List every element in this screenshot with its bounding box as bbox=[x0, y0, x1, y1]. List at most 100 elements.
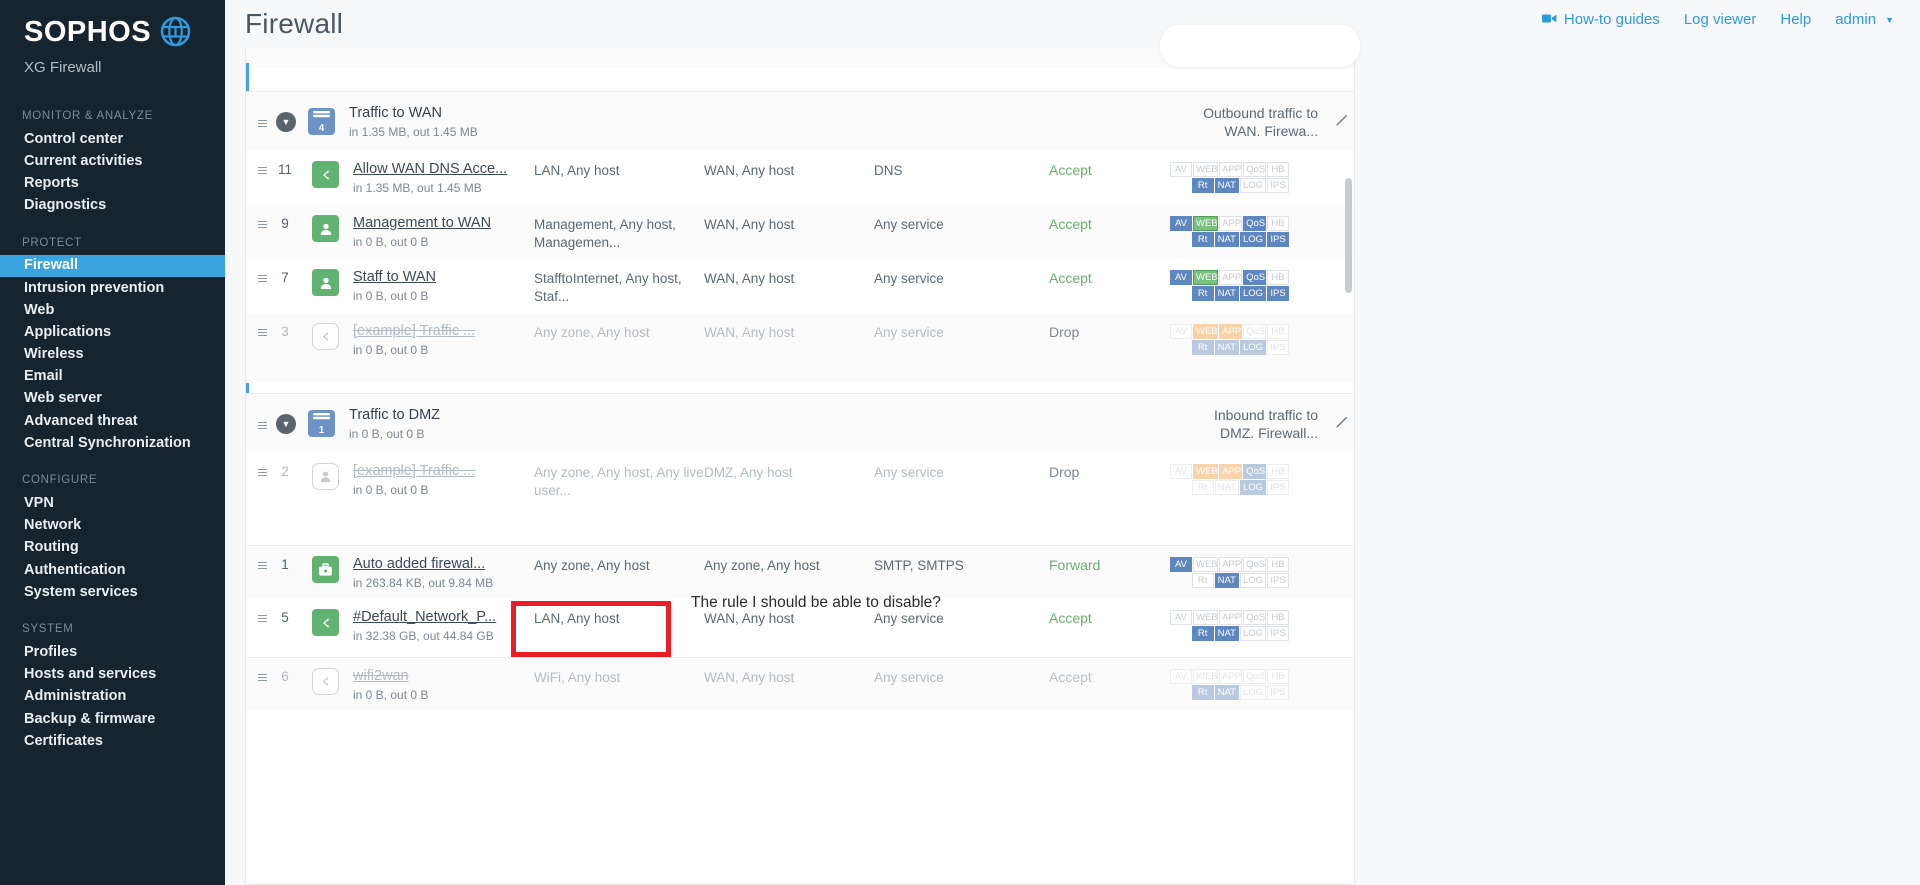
rule-name-link[interactable]: #Default_Network_P... bbox=[353, 609, 534, 625]
table-row[interactable]: 11 Allow WAN DNS Acce... in 1.35 MB, out… bbox=[246, 151, 1354, 205]
sidebar-item-system-services[interactable]: System services bbox=[0, 581, 225, 603]
rule-name-link[interactable]: Management to WAN bbox=[353, 215, 534, 231]
badge-hb: HB bbox=[1267, 216, 1289, 231]
sidebar-item-control-center[interactable]: Control center bbox=[0, 128, 225, 150]
row-actions-menu-icon[interactable]: ••• bbox=[1354, 607, 1355, 629]
sidebar-item-profiles[interactable]: Profiles bbox=[0, 641, 225, 663]
badge-nat: NAT bbox=[1215, 232, 1239, 247]
sidebar-item-current-activities[interactable]: Current activities bbox=[0, 150, 225, 172]
sidebar-item-web[interactable]: Web bbox=[0, 299, 225, 321]
rule-name-link[interactable]: Allow WAN DNS Acce... bbox=[353, 161, 534, 177]
log-viewer-link[interactable]: Log viewer bbox=[1684, 11, 1757, 28]
drag-handle-icon[interactable] bbox=[254, 556, 270, 571]
how-to-guides-label: How-to guides bbox=[1564, 11, 1660, 28]
rule-source: LAN, Any host bbox=[534, 609, 704, 628]
nav-group-monitor: MONITOR & ANALYZE Control center Current… bbox=[0, 110, 225, 217]
edit-pencil-icon[interactable] bbox=[1330, 415, 1354, 433]
rule-feature-badges: AV WEB APP QoS HB Rt NAT LOG IPS bbox=[1169, 269, 1289, 301]
sidebar-item-network[interactable]: Network bbox=[0, 515, 225, 537]
row-actions-menu-icon[interactable]: ••• bbox=[1354, 267, 1355, 289]
drag-handle-icon[interactable] bbox=[254, 114, 270, 129]
rule-destination: WAN, Any host bbox=[704, 269, 874, 288]
sidebar-item-vpn[interactable]: VPN bbox=[0, 492, 225, 514]
badge-ips: IPS bbox=[1267, 626, 1289, 641]
drag-handle-icon[interactable] bbox=[254, 269, 270, 284]
sidebar-item-email[interactable]: Email bbox=[0, 366, 225, 388]
row-actions-menu-icon[interactable]: ••• bbox=[1354, 666, 1355, 688]
rule-bytes: in 0 B, out 0 B bbox=[353, 688, 534, 702]
sidebar-item-diagnostics[interactable]: Diagnostics bbox=[0, 195, 225, 217]
collapse-toggle-icon[interactable]: ▼ bbox=[276, 112, 296, 132]
table-row[interactable]: 6 wifi2wan in 0 B, out 0 B WiFi, Any hos… bbox=[246, 657, 1354, 711]
rule-name-link[interactable]: Staff to WAN bbox=[353, 269, 534, 285]
row-actions-menu-icon[interactable]: ••• bbox=[1354, 213, 1355, 235]
rule-actions-cell: ••• bbox=[1289, 463, 1355, 483]
help-link[interactable]: Help bbox=[1780, 11, 1811, 28]
table-row[interactable]: 1 Auto added firewal... in 263.84 KB, ou… bbox=[246, 545, 1354, 599]
badge-rt: Rt bbox=[1192, 286, 1214, 301]
drag-handle-icon[interactable] bbox=[254, 416, 270, 431]
rule-name-link[interactable]: wifi2wan bbox=[353, 668, 534, 684]
help-label: Help bbox=[1780, 11, 1811, 28]
drag-handle-icon[interactable] bbox=[254, 609, 270, 624]
how-to-guides-link[interactable]: How-to guides bbox=[1542, 11, 1660, 28]
rule-group-header[interactable]: ▼ 1 Traffic to DMZ in 0 B, out 0 B Inbou… bbox=[246, 393, 1354, 453]
rule-number: 5 bbox=[270, 609, 300, 625]
group-description: Inbound traffic to DMZ. Firewall... bbox=[1180, 406, 1330, 442]
sidebar-item-web-server[interactable]: Web server bbox=[0, 388, 225, 410]
rule-number: 1 bbox=[270, 556, 300, 572]
sidebar-item-wireless[interactable]: Wireless bbox=[0, 344, 225, 366]
brand-logo: SOPHOS bbox=[0, 10, 225, 54]
drag-handle-icon[interactable] bbox=[254, 323, 270, 338]
drag-handle-icon[interactable] bbox=[254, 215, 270, 230]
badge-rt: Rt bbox=[1192, 480, 1214, 495]
vertical-scrollbar[interactable] bbox=[1345, 178, 1352, 293]
rule-group-header[interactable]: ▼ 4 Traffic to WAN in 1.35 MB, out 1.45 … bbox=[246, 91, 1354, 151]
rule-feature-badges: AV WEB APP QoS HB Rt NAT LOG IPS bbox=[1169, 323, 1289, 355]
sidebar-item-intrusion-prevention[interactable]: Intrusion prevention bbox=[0, 277, 225, 299]
sidebar-item-applications[interactable]: Applications bbox=[0, 321, 225, 343]
rule-name-link[interactable]: Auto added firewal... bbox=[353, 556, 534, 572]
rule-name-link[interactable]: [example] Traffic ... bbox=[353, 463, 534, 479]
table-row[interactable]: 7 Staff to WAN in 0 B, out 0 B StafftoIn… bbox=[246, 259, 1354, 313]
row-actions-menu-icon[interactable]: ••• bbox=[1354, 321, 1355, 343]
rule-actions-cell: ••• bbox=[1289, 323, 1355, 343]
drag-handle-icon[interactable] bbox=[254, 668, 270, 683]
sidebar-item-routing[interactable]: Routing bbox=[0, 537, 225, 559]
table-row[interactable]: 2 [example] Traffic ... in 0 B, out 0 B … bbox=[246, 453, 1354, 545]
rule-feature-badges: AV WEB APP QoS HB Rt NAT LOG IPS bbox=[1169, 556, 1289, 588]
sidebar-item-authentication[interactable]: Authentication bbox=[0, 559, 225, 581]
collapse-toggle-icon[interactable]: ▼ bbox=[276, 414, 296, 434]
table-row[interactable]: 3 [example] Traffic ... in 0 B, out 0 B … bbox=[246, 313, 1354, 383]
sidebar-item-reports[interactable]: Reports bbox=[0, 172, 225, 194]
badge-ips: IPS bbox=[1267, 232, 1289, 247]
brand-name: SOPHOS bbox=[24, 18, 151, 47]
top-links: How-to guides Log viewer Help admin ▼ bbox=[1542, 11, 1894, 28]
sidebar-item-firewall[interactable]: Firewall bbox=[0, 255, 225, 277]
rule-action: Accept bbox=[1049, 215, 1169, 232]
sidebar-item-advanced-threat[interactable]: Advanced threat bbox=[0, 410, 225, 432]
sidebar-item-certificates[interactable]: Certificates bbox=[0, 730, 225, 752]
sidebar-item-central-synchronization[interactable]: Central Synchronization bbox=[0, 432, 225, 454]
edit-pencil-icon[interactable] bbox=[1330, 113, 1354, 131]
rule-destination: DMZ, Any host bbox=[704, 463, 874, 482]
admin-menu[interactable]: admin ▼ bbox=[1835, 11, 1894, 28]
drag-handle-icon[interactable] bbox=[254, 161, 270, 176]
nav-group-title: MONITOR & ANALYZE bbox=[0, 110, 225, 128]
rule-name-link[interactable]: [example] Traffic ... bbox=[353, 323, 534, 339]
rule-name-cell: [example] Traffic ... in 0 B, out 0 B bbox=[339, 323, 534, 357]
rule-source: Management, Any host, Managemen... bbox=[534, 215, 704, 252]
rule-destination: WAN, Any host bbox=[704, 323, 874, 342]
row-actions-menu-icon[interactable]: ••• bbox=[1354, 159, 1355, 181]
sidebar-item-hosts-and-services[interactable]: Hosts and services bbox=[0, 664, 225, 686]
app-root: SOPHOS XG Firewall MONITOR & ANALYZE Con… bbox=[0, 0, 1920, 885]
row-actions-menu-icon[interactable]: ••• bbox=[1354, 554, 1355, 576]
badge-log: LOG bbox=[1240, 685, 1266, 700]
badge-nat: NAT bbox=[1215, 480, 1239, 495]
table-row[interactable]: 9 Management to WAN in 0 B, out 0 B Mana… bbox=[246, 205, 1354, 259]
sidebar-item-backup-firmware[interactable]: Backup & firmware bbox=[0, 708, 225, 730]
sidebar-item-administration[interactable]: Administration bbox=[0, 686, 225, 708]
drag-handle-icon[interactable] bbox=[254, 463, 270, 478]
badge-web: WEB bbox=[1193, 557, 1218, 572]
row-actions-menu-icon[interactable]: ••• bbox=[1354, 461, 1355, 483]
